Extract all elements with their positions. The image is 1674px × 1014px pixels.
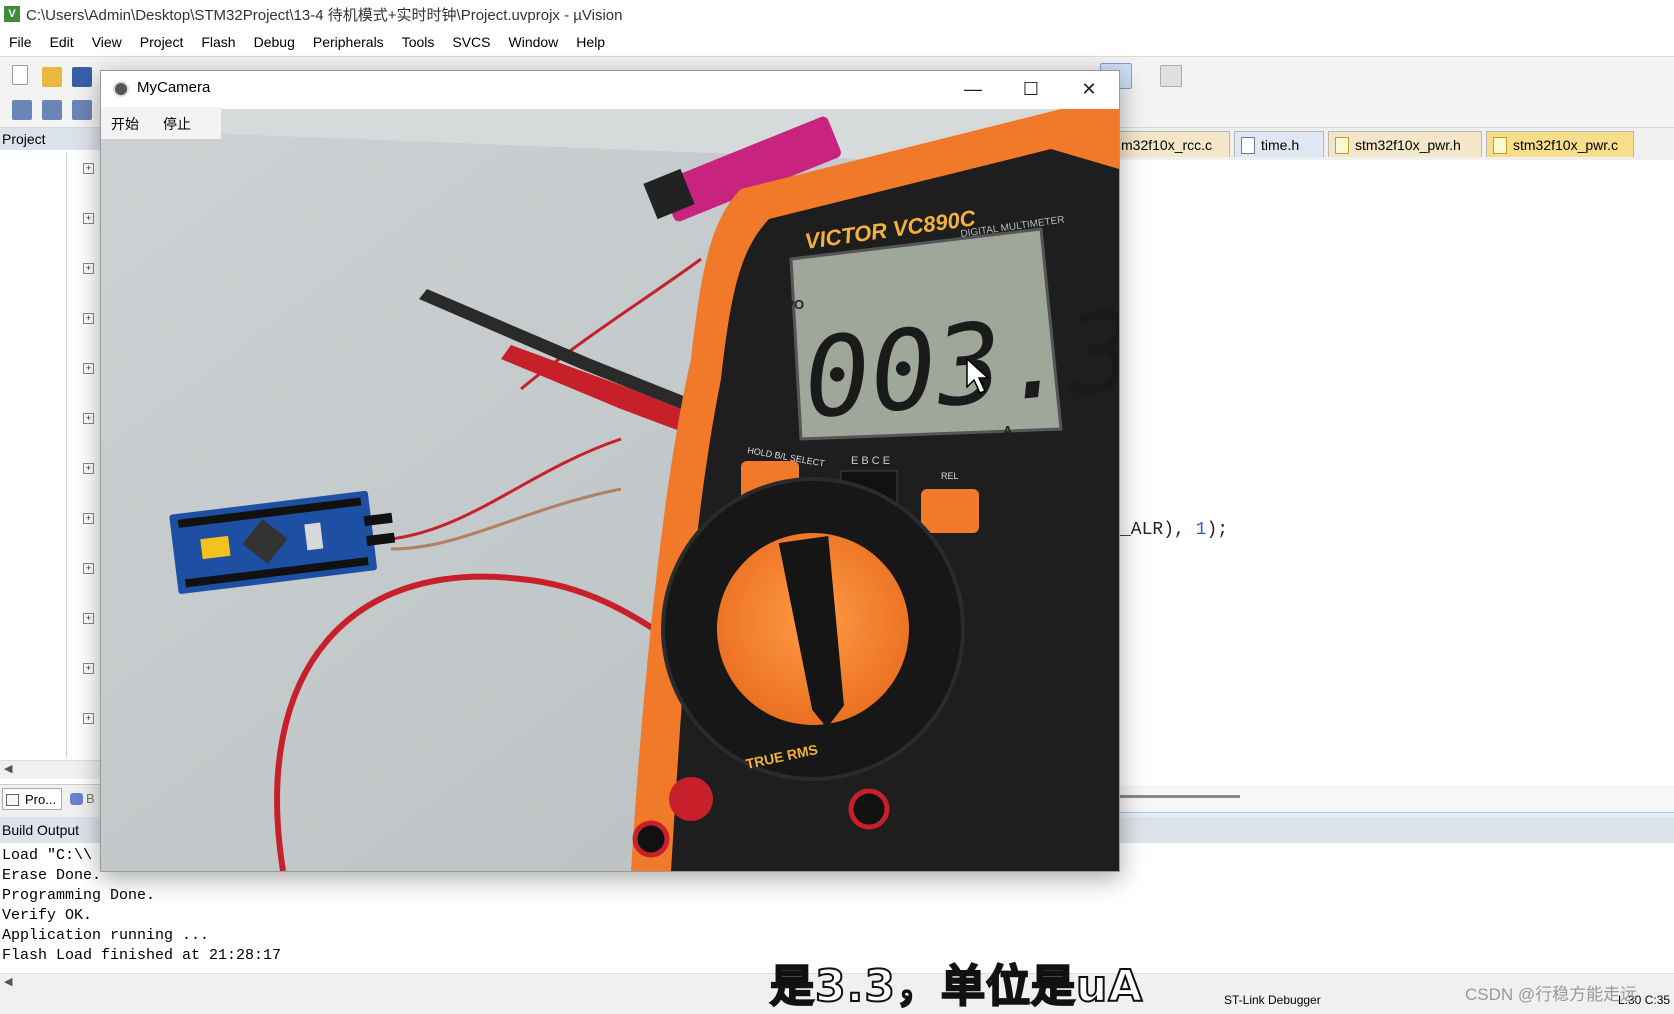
transistor-socket-label: E B C E (851, 455, 890, 467)
tab-rcc-c[interactable]: m32f10x_rcc.c (1112, 131, 1230, 157)
code-prefix: _ALR), (1120, 520, 1196, 540)
video-subtitle: 是3.3，单位是uA (769, 960, 1144, 1013)
tab-pwr-c[interactable]: stm32f10x_pwr.c (1486, 131, 1634, 157)
save-icon[interactable] (72, 67, 92, 87)
tree-connector (66, 152, 67, 757)
maximize-button[interactable]: ☐ (1003, 71, 1059, 107)
code-number: 1 (1195, 520, 1207, 540)
close-button[interactable]: ✕ (1061, 71, 1117, 107)
menu-file[interactable]: File (0, 34, 41, 50)
code-line: _ALR), 1); (1120, 520, 1228, 540)
tab-pwr-h-label: stm32f10x_pwr.h (1355, 137, 1461, 153)
menu-flash[interactable]: Flash (192, 34, 244, 50)
tab-pwr-c-label: stm32f10x_pwr.c (1513, 137, 1619, 153)
csdn-watermark: CSDN @行稳方能走远 (1465, 985, 1638, 1004)
ma-socket (632, 820, 670, 858)
camera-toolbar: 开始 停止 (101, 107, 221, 139)
code-suffix: ); (1206, 520, 1229, 540)
build-line: Load "C:\\ (2, 847, 93, 864)
file-icon (1335, 137, 1349, 154)
editor-horizontal-scrollbar[interactable] (1120, 785, 1674, 811)
build-line: Verify OK. (2, 907, 93, 924)
expand-icon[interactable]: + (83, 213, 94, 224)
expand-icon[interactable]: + (83, 463, 94, 474)
project-scrollbar[interactable]: ◀ (0, 760, 100, 779)
header-file-icon (1241, 137, 1255, 154)
camera-window: MyCamera — ☐ ✕ VICTOR VC890C DIGITAL MUL… (100, 70, 1120, 872)
tab-time-h[interactable]: time.h (1234, 131, 1324, 157)
scroll-thumb[interactable] (1120, 795, 1240, 798)
books-icon (70, 793, 83, 805)
menu-peripherals[interactable]: Peripherals (304, 34, 393, 50)
expand-icon[interactable]: + (83, 613, 94, 624)
expand-icon[interactable]: + (83, 313, 94, 324)
translate-icon[interactable] (12, 100, 32, 120)
project-tab-icon (6, 794, 19, 806)
expand-icon[interactable]: + (83, 363, 94, 374)
camera-title-bar[interactable]: MyCamera — ☐ ✕ (101, 71, 1119, 107)
expand-icon[interactable]: + (83, 713, 94, 724)
tab-time-h-label: time.h (1261, 137, 1300, 153)
lcd-dc: DC (771, 328, 791, 344)
build-icon[interactable] (42, 100, 62, 120)
project-panel-header: Project (0, 128, 100, 150)
source-file-icon (1493, 137, 1507, 154)
open-folder-icon[interactable] (42, 67, 62, 87)
camera-frame-image: VICTOR VC890C DIGITAL MULTIMETER APO DC … (101, 109, 1119, 871)
menu-bar: File Edit View Project Flash Debug Perip… (0, 28, 1674, 57)
editor-tabs: m32f10x_rcc.c time.h stm32f10x_pwr.h stm… (1110, 128, 1674, 162)
red-socket-plug (669, 777, 713, 821)
new-file-icon[interactable] (12, 65, 28, 85)
title-bar: V C:\Users\Admin\Desktop\STM32Project\13… (0, 0, 1674, 28)
window-title: C:\Users\Admin\Desktop\STM32Project\13-4… (26, 6, 623, 24)
expand-icon[interactable]: + (83, 563, 94, 574)
build-line: Flash Load finished at 21:28:17 (2, 947, 282, 964)
expand-icon[interactable]: + (83, 163, 94, 174)
menu-project[interactable]: Project (131, 34, 193, 50)
com-socket (848, 788, 890, 830)
project-panel (0, 128, 101, 784)
menu-tools[interactable]: Tools (393, 34, 444, 50)
camera-window-title: MyCamera (137, 79, 211, 96)
tab-pwr-h[interactable]: stm32f10x_pwr.h (1328, 131, 1482, 157)
wrench-icon[interactable] (1160, 65, 1182, 87)
rel-button (921, 489, 979, 533)
scroll-left-icon[interactable]: ◀ (4, 975, 12, 988)
code-editor[interactable] (1120, 160, 1674, 785)
camera-feed: VICTOR VC890C DIGITAL MULTIMETER APO DC … (101, 109, 1119, 871)
menu-svcs[interactable]: SVCS (443, 34, 499, 50)
menu-help[interactable]: Help (567, 34, 614, 50)
rel-label: REL (941, 471, 959, 481)
uvision-app-icon: V (4, 6, 20, 22)
lcd-apo: APO (776, 297, 804, 312)
rebuild-icon[interactable] (72, 100, 92, 120)
stop-button[interactable]: 停止 (163, 114, 191, 134)
menu-window[interactable]: Window (500, 34, 568, 50)
lcd-unit: A (1003, 423, 1013, 438)
camera-app-icon (113, 81, 129, 97)
menu-view[interactable]: View (83, 34, 131, 50)
expand-icon[interactable]: + (83, 413, 94, 424)
status-debugger: ST-Link Debugger (1224, 993, 1321, 1007)
scroll-left-icon[interactable]: ◀ (4, 762, 12, 775)
expand-icon[interactable]: + (83, 663, 94, 674)
expand-icon[interactable]: + (83, 513, 94, 524)
build-line: Application running ... (2, 927, 210, 944)
project-panel-tabs: Pro... B (0, 784, 100, 813)
menu-debug[interactable]: Debug (245, 34, 304, 50)
start-button[interactable]: 开始 (111, 114, 139, 134)
minimize-button[interactable]: — (945, 71, 1001, 107)
build-line: Programming Done. (2, 887, 156, 904)
build-line: Erase Done. (2, 867, 102, 884)
expand-icon[interactable]: + (83, 263, 94, 274)
menu-edit[interactable]: Edit (41, 34, 83, 50)
